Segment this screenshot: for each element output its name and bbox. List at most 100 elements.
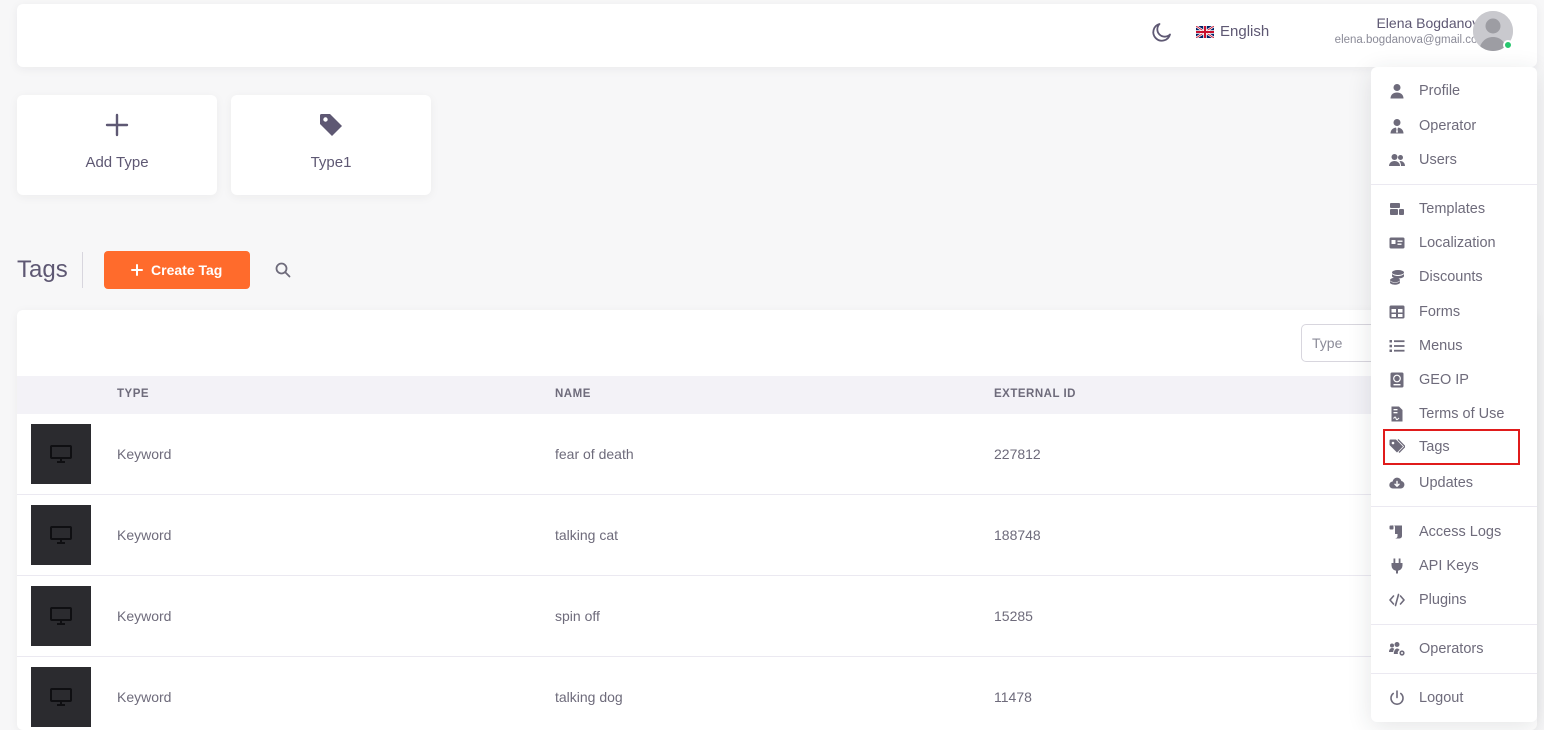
monitor-icon bbox=[50, 607, 72, 625]
tag-thumbnail bbox=[31, 505, 91, 565]
menu-item-label: Operator bbox=[1419, 118, 1477, 134]
menu-item-label: Profile bbox=[1419, 83, 1461, 99]
menu-item-api-keys[interactable]: API Keys bbox=[1371, 550, 1537, 582]
menu-item-users[interactable]: Users bbox=[1371, 144, 1537, 176]
cell-name: talking cat bbox=[555, 527, 619, 543]
tags-icon bbox=[1389, 439, 1405, 453]
coins-icon bbox=[1390, 270, 1404, 285]
table-header: TYPE NAME EXTERNAL ID bbox=[17, 376, 1537, 414]
templates-icon bbox=[1390, 203, 1404, 215]
menu-item-label: Localization bbox=[1419, 235, 1496, 251]
create-tag-label: Create Tag bbox=[151, 262, 223, 278]
menu-item-label: Discounts bbox=[1419, 269, 1483, 285]
column-header-type[interactable]: TYPE bbox=[117, 388, 149, 400]
online-status-dot bbox=[1503, 40, 1513, 50]
menu-divider bbox=[1371, 673, 1537, 674]
menu-item-templates[interactable]: Templates bbox=[1371, 193, 1537, 225]
monitor-icon bbox=[50, 688, 72, 706]
menu-item-label: Users bbox=[1419, 152, 1457, 168]
cell-name: fear of death bbox=[555, 446, 634, 462]
users-cog-icon bbox=[1389, 642, 1405, 656]
type-filter-placeholder: Type bbox=[1312, 335, 1343, 351]
menu-item-localization[interactable]: Localization bbox=[1371, 227, 1537, 259]
menu-item-geo-ip[interactable]: GEO IP bbox=[1371, 364, 1537, 396]
menu-item-label: Updates bbox=[1419, 475, 1474, 491]
moon-icon[interactable] bbox=[1150, 20, 1174, 44]
table-row[interactable]: Keyword spin off 15285 bbox=[17, 576, 1537, 657]
menu-item-label: Templates bbox=[1419, 201, 1486, 217]
menu-item-label: Terms of Use bbox=[1419, 406, 1505, 422]
list-icon bbox=[1389, 340, 1405, 352]
id-card-icon bbox=[1389, 237, 1405, 249]
monitor-icon bbox=[50, 526, 72, 544]
column-header-external-id[interactable]: EXTERNAL ID bbox=[994, 388, 1076, 400]
cell-type: Keyword bbox=[117, 689, 172, 705]
create-tag-button[interactable]: Create Tag bbox=[103, 251, 250, 289]
user-name: Elena Bogdanova bbox=[1376, 15, 1487, 31]
column-header-name[interactable]: NAME bbox=[555, 388, 591, 400]
menu-item-profile[interactable]: Profile bbox=[1371, 75, 1537, 107]
table-row[interactable]: Keyword talking dog 11478 bbox=[17, 657, 1537, 730]
menu-item-label: Logout bbox=[1419, 690, 1464, 706]
cloud-download-icon bbox=[1389, 477, 1405, 489]
monitor-icon bbox=[50, 445, 72, 463]
menu-item-label: Tags bbox=[1419, 439, 1450, 455]
menu-item-updates[interactable]: Updates bbox=[1371, 467, 1537, 499]
user-tie-icon bbox=[1390, 119, 1404, 134]
users-icon bbox=[1389, 154, 1405, 166]
menu-item-menus[interactable]: Menus bbox=[1371, 330, 1537, 362]
menu-item-plugins[interactable]: Plugins bbox=[1371, 584, 1537, 616]
user-icon bbox=[1390, 84, 1404, 99]
menu-item-label: Forms bbox=[1419, 304, 1461, 320]
tag-thumbnail bbox=[31, 667, 91, 727]
user-email: elena.bogdanova@gmail.com bbox=[1334, 34, 1487, 46]
cell-name: spin off bbox=[555, 608, 600, 624]
cell-external-id: 188748 bbox=[994, 527, 1041, 543]
cell-type: Keyword bbox=[117, 446, 172, 462]
tag-thumbnail bbox=[31, 586, 91, 646]
add-type-label: Add Type bbox=[85, 154, 149, 171]
page-title: Tags bbox=[17, 252, 83, 288]
menu-item-label: Plugins bbox=[1419, 592, 1467, 608]
tags-table-panel: Type TYPE NAME EXTERNAL ID Keyword fear … bbox=[17, 310, 1537, 730]
type1-label: Type1 bbox=[310, 154, 352, 171]
cell-external-id: 15285 bbox=[994, 608, 1033, 624]
top-navbar bbox=[17, 4, 1537, 67]
type1-card[interactable]: Type1 bbox=[231, 95, 431, 195]
cell-name: talking dog bbox=[555, 689, 623, 705]
cell-external-id: 227812 bbox=[994, 446, 1041, 462]
user-dropdown-menu: Profile Operator Users Templates Localiz… bbox=[1371, 67, 1537, 722]
plus-icon bbox=[105, 113, 129, 137]
plus-icon bbox=[131, 264, 144, 276]
menu-item-forms[interactable]: Forms bbox=[1371, 296, 1537, 328]
menu-item-logout[interactable]: Logout bbox=[1371, 682, 1537, 714]
search-icon[interactable] bbox=[274, 261, 292, 279]
table-icon bbox=[1389, 305, 1405, 319]
passport-icon bbox=[1390, 372, 1404, 388]
menu-item-terms-of-use[interactable]: Terms of Use bbox=[1371, 398, 1537, 430]
table-row[interactable]: Keyword talking cat 188748 bbox=[17, 495, 1537, 576]
code-icon bbox=[1389, 593, 1405, 607]
menu-item-operators[interactable]: Operators bbox=[1371, 633, 1537, 665]
menu-item-label: GEO IP bbox=[1419, 372, 1469, 388]
add-type-card[interactable]: Add Type bbox=[17, 95, 217, 195]
tags-header: Tags Create Tag bbox=[17, 251, 292, 289]
menu-item-tags[interactable]: Tags bbox=[1383, 429, 1520, 465]
menu-item-access-logs[interactable]: Access Logs bbox=[1371, 516, 1537, 548]
scroll-icon bbox=[1389, 525, 1402, 539]
menu-divider bbox=[1371, 184, 1537, 185]
cell-external-id: 11478 bbox=[994, 689, 1032, 705]
tag-thumbnail bbox=[31, 424, 91, 484]
plug-icon bbox=[1391, 558, 1403, 574]
menu-item-label: Menus bbox=[1419, 338, 1463, 354]
user-info[interactable]: Elena Bogdanova elena.bogdanova@gmail.co… bbox=[1335, 15, 1487, 49]
menu-item-discounts[interactable]: Discounts bbox=[1371, 261, 1537, 293]
language-selector[interactable]: English bbox=[1196, 23, 1269, 40]
language-label: English bbox=[1220, 23, 1270, 40]
cell-type: Keyword bbox=[117, 608, 172, 624]
table-row[interactable]: Keyword fear of death 227812 bbox=[17, 414, 1537, 495]
menu-item-operator[interactable]: Operator bbox=[1371, 110, 1537, 142]
menu-item-label: Operators bbox=[1419, 641, 1484, 657]
cell-type: Keyword bbox=[117, 527, 172, 543]
menu-item-label: Access Logs bbox=[1419, 524, 1502, 540]
